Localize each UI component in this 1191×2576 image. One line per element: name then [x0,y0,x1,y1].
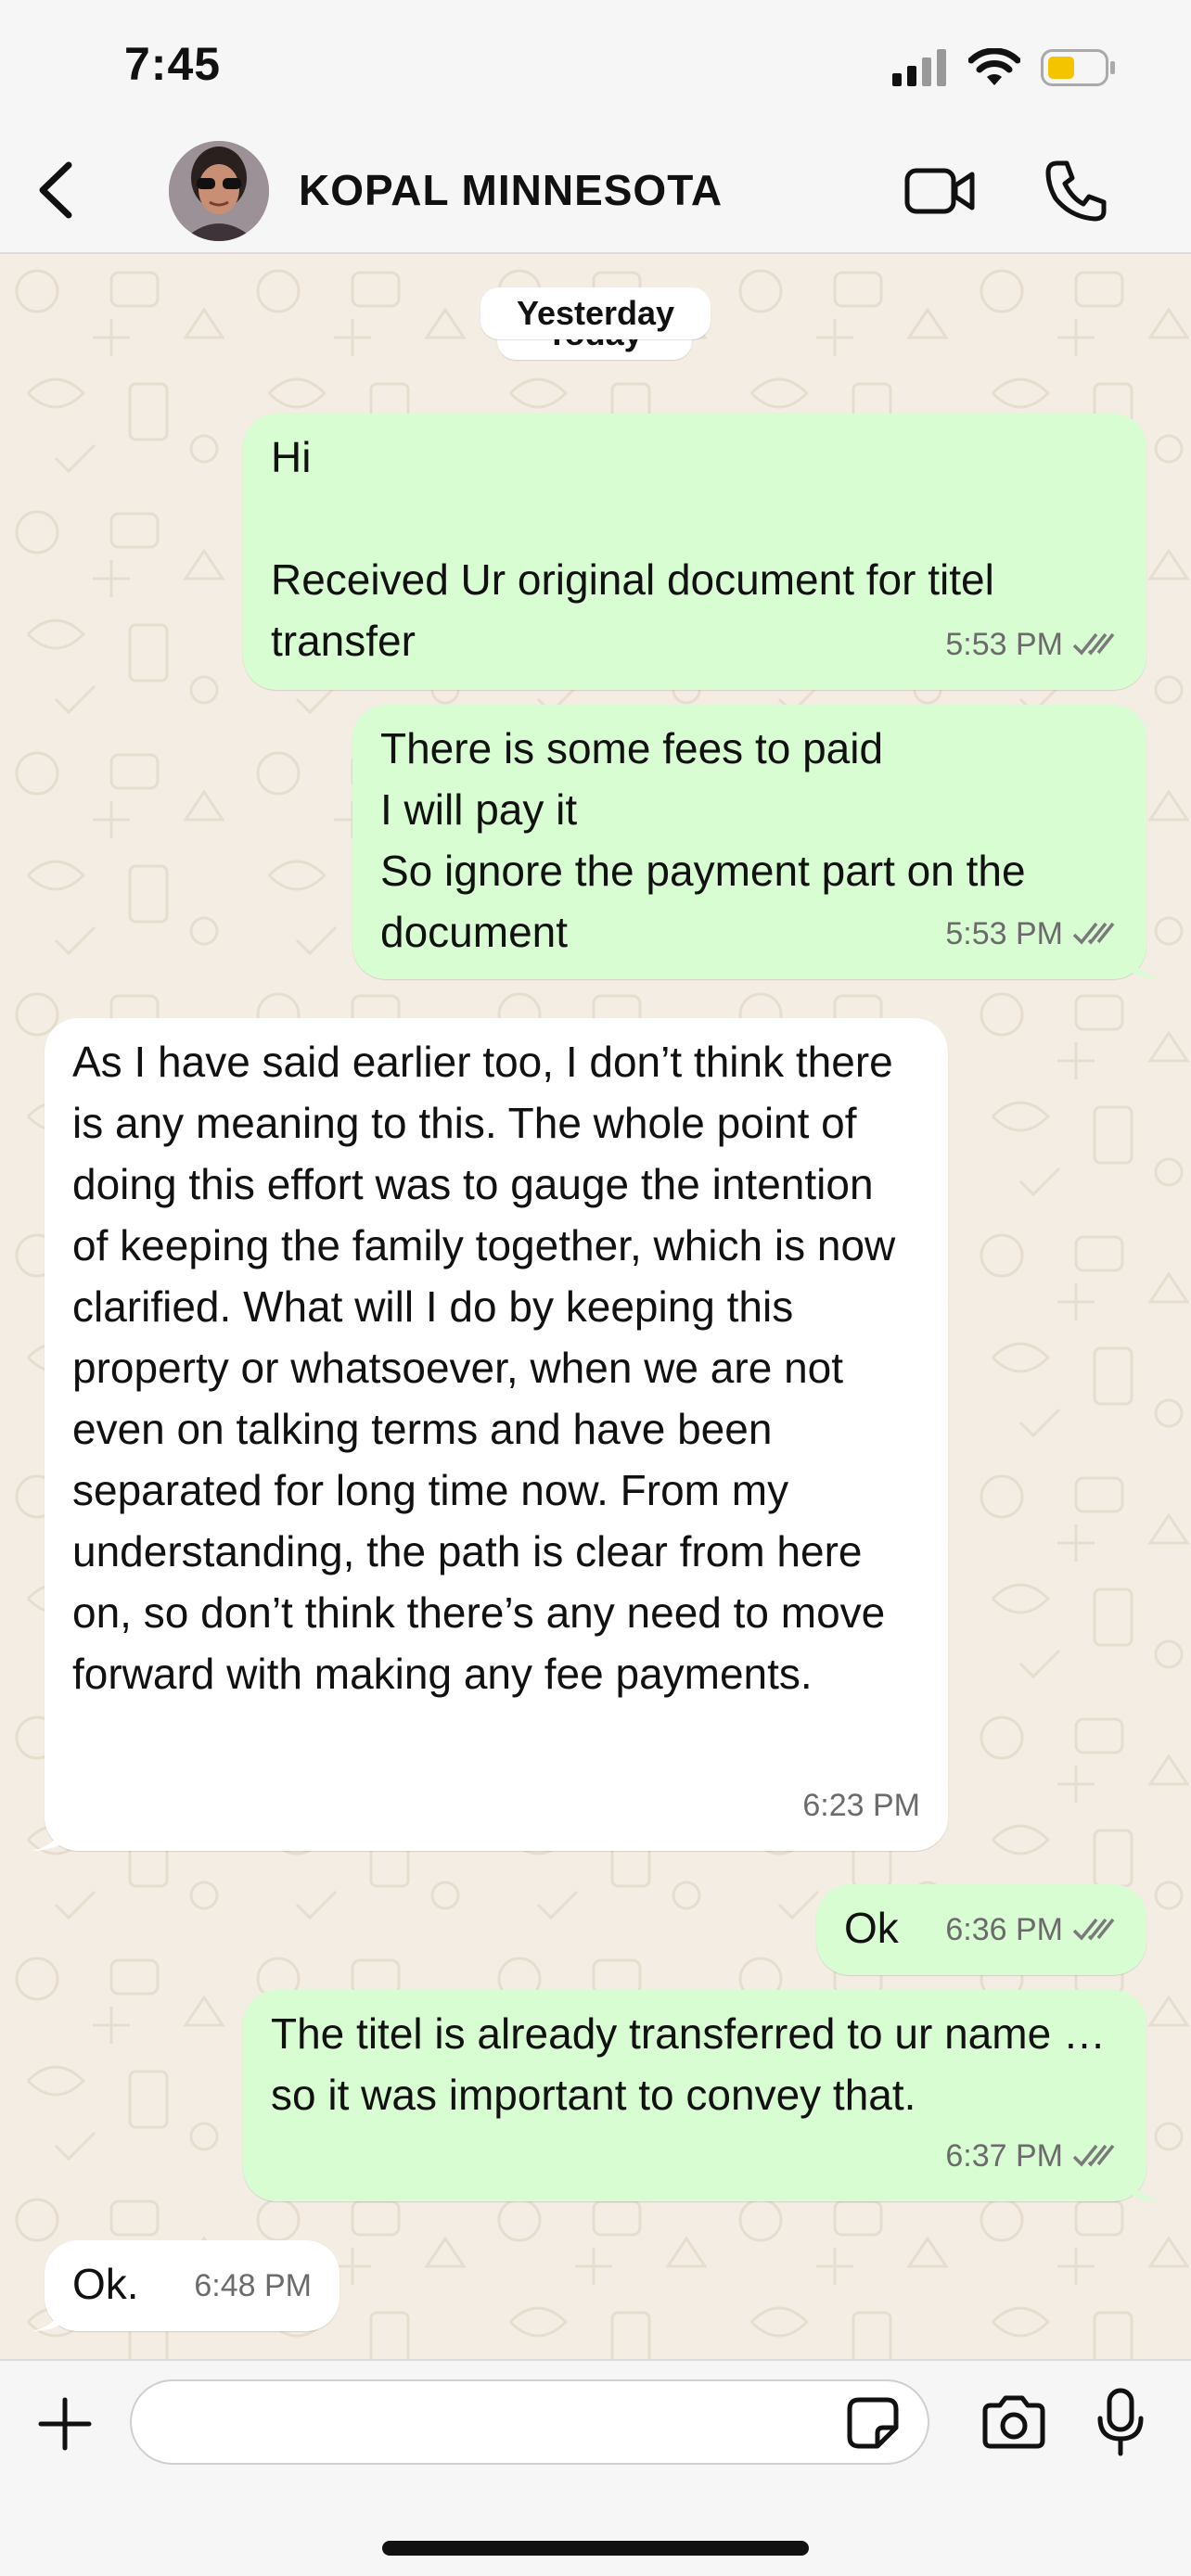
message-meta: 5:53 PM [945,903,1119,964]
message-meta: 6:23 PM [802,1775,920,1836]
attach-button[interactable] [35,2394,95,2454]
chevron-left-icon [39,161,72,219]
microphone-button[interactable] [1095,2387,1146,2457]
home-indicator[interactable] [382,2541,809,2556]
avatar-photo [169,141,269,241]
cellular-signal-icon [892,49,946,86]
message-time: 5:53 PM [945,627,1063,662]
message-bubble-outgoing[interactable]: The titel is already transferred to ur n… [243,1990,1146,2201]
message-meta: 6:37 PM [945,2125,1119,2187]
double-check-icon [1072,922,1115,945]
bubble-tail [1128,2170,1161,2201]
video-camera-icon [904,168,975,214]
chat-area[interactable]: Today Yesterday Hi Received Ur original … [0,254,1191,2359]
video-call-button[interactable] [903,161,978,221]
message-composer [0,2359,1191,2576]
message-meta: 5:53 PM [945,614,1119,675]
status-icons [892,45,1117,91]
message-time: 6:23 PM [802,1788,920,1823]
sticker-button[interactable] [844,2394,902,2452]
message-text: As I have said earlier too, I don’t thin… [72,1038,896,1698]
status-time: 7:45 [124,38,222,90]
status-bar: 7:45 [0,0,1191,130]
double-check-icon [1072,632,1115,656]
message-meta: 6:48 PM [194,2255,312,2316]
message-meta: 6:36 PM [945,1899,1119,1960]
contact-name[interactable]: KOPAL MINNESOTA [299,165,723,215]
message-time: 6:36 PM [945,1912,1063,1947]
camera-button[interactable] [980,2392,1048,2452]
double-check-icon [1072,1918,1115,1941]
double-check-icon [1072,2144,1115,2167]
chat-header: KOPAL MINNESOTA [0,130,1191,254]
bubble-tail [1128,948,1161,979]
bubble-tail [32,2300,65,2331]
voice-call-button[interactable] [1043,158,1109,224]
message-bubble-incoming[interactable]: Ok. 6:48 PM [45,2240,339,2331]
contact-avatar[interactable] [169,141,269,241]
message-bubble-outgoing[interactable]: Hi Received Ur original document for tit… [243,414,1146,690]
plus-icon [38,2397,92,2451]
message-input[interactable] [130,2379,929,2465]
message-bubble-outgoing[interactable]: Ok 6:36 PM [816,1884,1146,1975]
camera-icon [982,2395,1045,2449]
message-bubble-outgoing[interactable]: There is some fees to paid I will pay it… [352,705,1146,979]
bubble-tail [32,1819,65,1851]
battery-icon [1041,49,1115,86]
phone-icon [1045,160,1107,222]
sticker-icon [847,2397,899,2449]
message-time: 6:37 PM [945,2138,1063,2174]
back-button[interactable] [30,158,85,223]
message-time: 5:53 PM [945,916,1063,951]
message-time: 6:48 PM [194,2268,312,2303]
date-chip-yesterday: Yesterday [480,287,711,339]
message-text: The titel is already transferred to ur n… [271,2009,1106,2119]
wifi-icon [968,48,1020,85]
message-bubble-incoming[interactable]: As I have said earlier too, I don’t thin… [45,1018,948,1851]
microphone-icon [1097,2388,1144,2456]
